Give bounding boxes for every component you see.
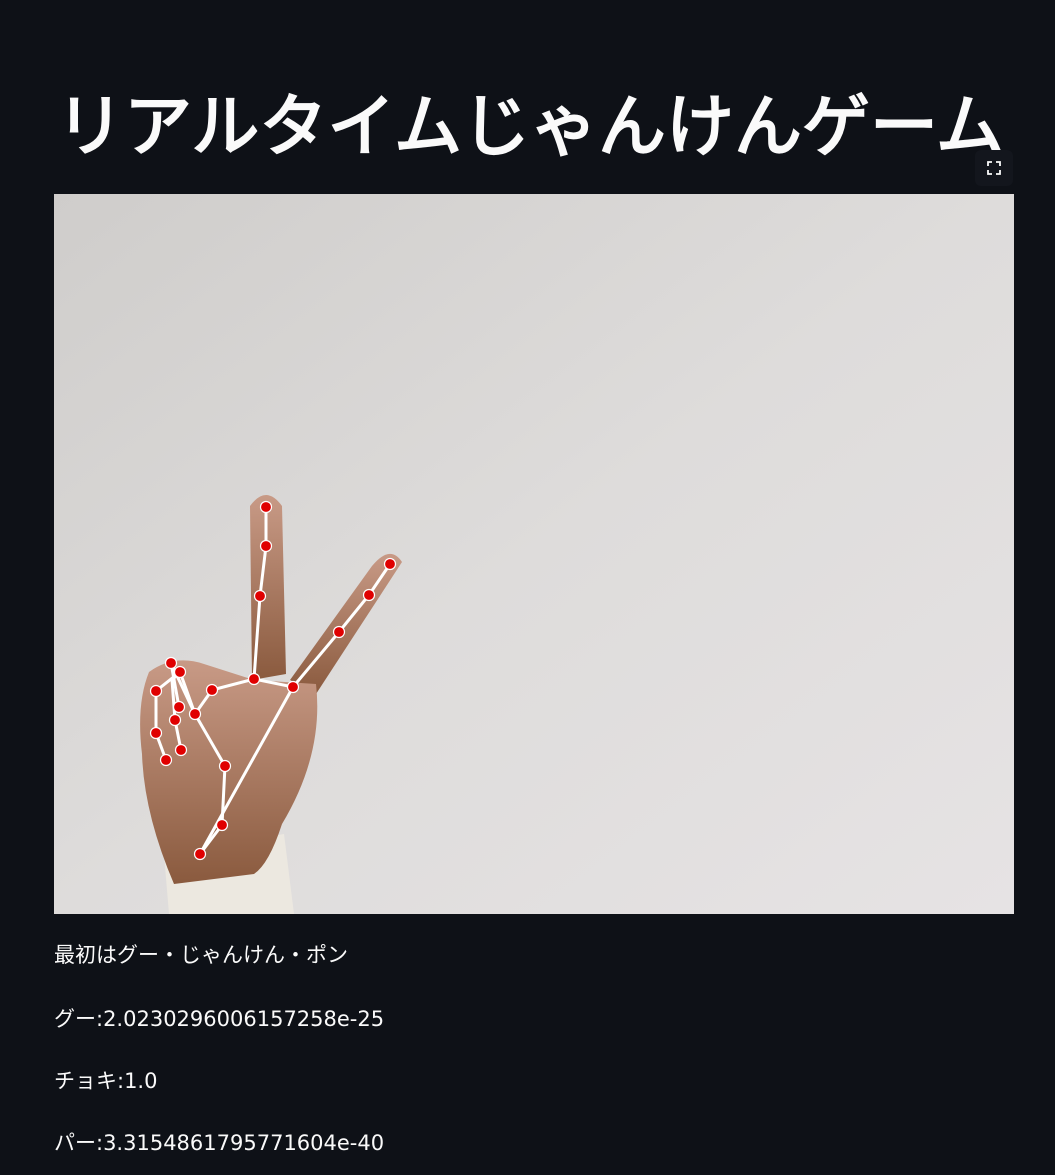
fullscreen-expand-icon [987, 161, 1001, 175]
landmark-point [286, 680, 300, 694]
main-container: リアルタイムじゃんけんゲーム 最初はグー・じゃんけん・ポン グー:2.02302… [0, 0, 1055, 1175]
landmark-point [174, 743, 188, 757]
gu-probability-text: グー:2.0230296006157258e-25 [54, 1007, 385, 1031]
landmark-point [383, 557, 397, 571]
landmark-point [259, 500, 273, 514]
landmark-point [188, 707, 202, 721]
landmark-point [362, 588, 376, 602]
instruction-text: 最初はグー・じゃんけん・ポン [54, 943, 348, 967]
page-title: リアルタイムじゃんけんゲーム [56, 88, 1004, 167]
fullscreen-button[interactable] [975, 150, 1013, 186]
camera-svg [54, 194, 1014, 914]
landmark-point [168, 713, 182, 727]
landmark-point [149, 684, 163, 698]
landmark-point [253, 589, 267, 603]
landmark-point [149, 726, 163, 740]
landmark-point [218, 759, 232, 773]
camera-image [54, 194, 1014, 914]
landmark-point [247, 672, 261, 686]
landmark-point [259, 539, 273, 553]
landmark-point [193, 847, 207, 861]
pa-probability-text: パー:3.3154861795771604e-40 [54, 1131, 385, 1155]
landmark-point [172, 700, 186, 714]
landmark-point [164, 656, 178, 670]
landmark-point [205, 683, 219, 697]
choki-probability-text: チョキ:1.0 [54, 1069, 158, 1093]
landmark-point [173, 665, 187, 679]
landmark-point [159, 753, 173, 767]
landmark-point [332, 625, 346, 639]
landmark-point [215, 818, 229, 832]
